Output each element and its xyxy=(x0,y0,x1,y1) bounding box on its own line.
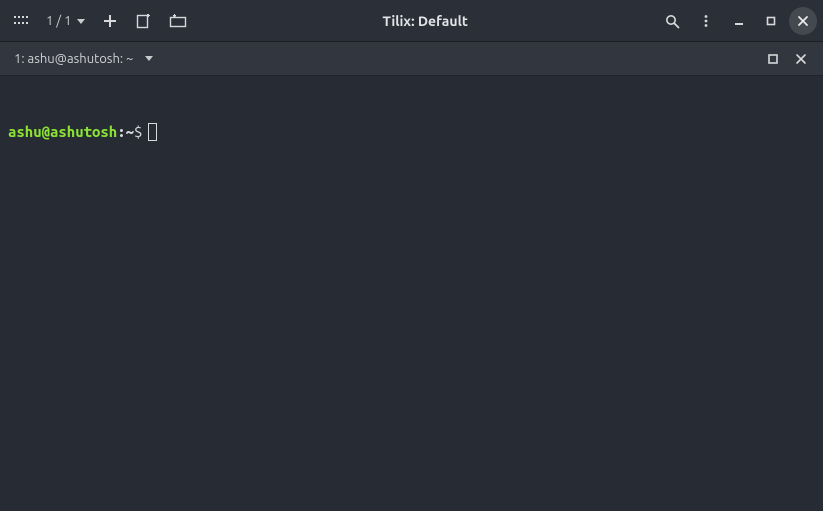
session-counter-dropdown[interactable]: 1 / 1 xyxy=(40,6,91,36)
terminal-cursor xyxy=(148,123,157,141)
search-icon xyxy=(665,14,680,29)
app-menu-kebab-button[interactable] xyxy=(691,6,721,36)
prompt-line: ashu@ashutosh:~$ xyxy=(8,122,815,142)
chevron-down-icon xyxy=(145,56,153,61)
maximize-icon xyxy=(765,15,777,27)
new-session-button[interactable] xyxy=(95,6,125,36)
chevron-down-icon xyxy=(77,19,85,24)
session-counter-label: 1 / 1 xyxy=(46,14,71,28)
terminal-tab-bar: 1: ashu@ashutosh: ~ xyxy=(0,42,823,76)
terminal-tab-label: 1: ashu@ashutosh: ~ xyxy=(14,52,133,66)
pane-maximize-button[interactable] xyxy=(759,45,787,73)
split-down-icon xyxy=(169,14,187,28)
split-right-icon xyxy=(136,13,152,29)
terminal-surface[interactable]: ashu@ashutosh:~$ xyxy=(0,76,823,511)
prompt-path: ~ xyxy=(126,122,134,142)
terminal-tab-dropdown[interactable]: 1: ashu@ashutosh: ~ xyxy=(8,45,159,73)
add-terminal-down-button[interactable] xyxy=(163,6,193,36)
minimize-icon xyxy=(733,15,745,27)
app-grid-icon xyxy=(13,13,29,29)
search-button[interactable] xyxy=(657,6,687,36)
prompt-symbol: $ xyxy=(134,122,142,142)
prompt-user: ashu@ashutosh xyxy=(8,122,117,142)
window-minimize-button[interactable] xyxy=(725,7,753,35)
titlebar-left-group: 1 / 1 xyxy=(6,6,193,36)
titlebar: 1 / 1 Tilix: Default xyxy=(0,0,823,42)
plus-icon xyxy=(103,14,117,28)
close-icon xyxy=(795,53,807,65)
titlebar-right-group xyxy=(657,6,817,36)
pane-close-button[interactable] xyxy=(787,45,815,73)
app-menu-button[interactable] xyxy=(6,6,36,36)
add-terminal-right-button[interactable] xyxy=(129,6,159,36)
kebab-menu-icon xyxy=(699,14,713,28)
pane-maximize-icon xyxy=(767,53,779,65)
prompt-separator: : xyxy=(117,122,125,142)
window-maximize-button[interactable] xyxy=(757,7,785,35)
window-close-button[interactable] xyxy=(789,7,817,35)
window-title: Tilix: Default xyxy=(197,13,653,29)
close-icon xyxy=(797,15,809,27)
